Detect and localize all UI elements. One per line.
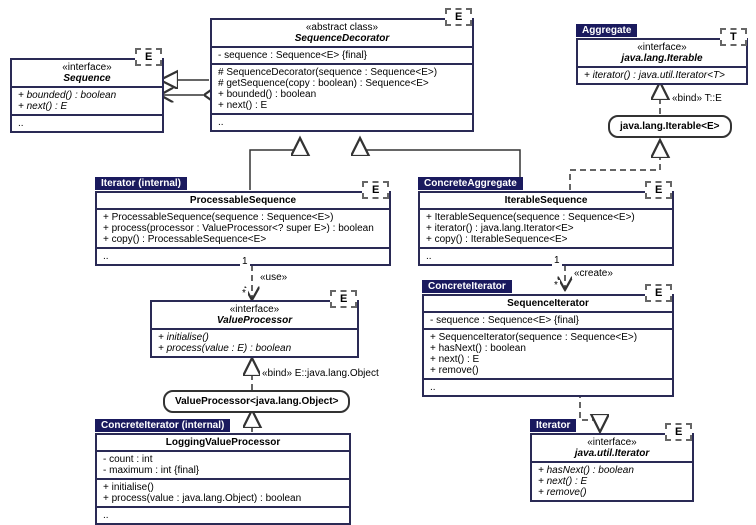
- op: + copy() : IterableSequence<E>: [426, 234, 666, 245]
- template-param: E: [665, 423, 692, 441]
- class-name: SequenceDecorator: [218, 33, 466, 44]
- class-name: SequenceIterator: [430, 298, 666, 309]
- op: + next() : E: [218, 100, 466, 111]
- mult-star: *: [552, 280, 560, 291]
- class-name: ProcessableSequence: [103, 195, 383, 206]
- bind-label: «bind» T::E: [670, 93, 724, 104]
- tag-aggregate: Aggregate: [576, 24, 637, 37]
- op: # SequenceDecorator(sequence : Sequence<…: [218, 67, 466, 78]
- template-param: E: [645, 284, 672, 302]
- class-name: ValueProcessor: [158, 315, 351, 326]
- stereotype: «interface»: [538, 437, 686, 448]
- extra: ..: [18, 118, 156, 129]
- op: + process(value : E) : boolean: [158, 343, 351, 354]
- op: + initialise(): [103, 482, 343, 493]
- class-sequence: «interface» Sequence + bounded() : boole…: [10, 58, 164, 133]
- class-name: LoggingValueProcessor: [103, 437, 343, 448]
- bound-iterable-e: java.lang.Iterable<E>: [608, 115, 732, 138]
- template-param: E: [445, 8, 472, 26]
- stereotype: «interface»: [158, 304, 351, 315]
- use-label: «use»: [258, 272, 289, 283]
- class-iterable-sequence: IterableSequence + IterableSequence(sequ…: [418, 191, 674, 266]
- extra: ..: [426, 251, 666, 262]
- tag-concrete-iterator: ConcreteIterator: [422, 280, 512, 293]
- op: + remove(): [430, 365, 666, 376]
- op: + bounded() : boolean: [18, 90, 156, 101]
- mult-1: 1: [552, 255, 562, 266]
- op: + iterator() : java.lang.Iterator<E>: [426, 223, 666, 234]
- op: + IterableSequence(sequence : Sequence<E…: [426, 212, 666, 223]
- attr: - count : int: [103, 454, 343, 465]
- class-sequence-iterator: SequenceIterator - sequence : Sequence<E…: [422, 294, 674, 397]
- stereotype: «interface»: [584, 42, 740, 53]
- class-value-processor: «interface» ValueProcessor + initialise(…: [150, 300, 359, 358]
- template-param: E: [135, 48, 162, 66]
- op: + copy() : ProcessableSequence<E>: [103, 234, 383, 245]
- op: # getSequence(copy : boolean) : Sequence…: [218, 78, 466, 89]
- class-java-util-iterator: «interface» java.util.Iterator + hasNext…: [530, 433, 694, 502]
- op: + process(value : java.lang.Object) : bo…: [103, 493, 343, 504]
- tag-concrete-aggregate: ConcreteAggregate: [418, 177, 523, 190]
- tag-iterator-internal: Iterator (internal): [95, 177, 187, 190]
- op: + hasNext() : boolean: [538, 465, 686, 476]
- tag-concrete-iterator-internal: ConcreteIterator (internal): [95, 419, 230, 432]
- attr: - sequence : Sequence<E> {final}: [218, 50, 466, 61]
- extra: ..: [218, 117, 466, 128]
- template-param: E: [330, 290, 357, 308]
- extra: ..: [103, 510, 343, 521]
- attr: - sequence : Sequence<E> {final}: [430, 315, 666, 326]
- mult-1: 1: [240, 256, 250, 267]
- class-sequence-decorator: «abstract class» SequenceDecorator - seq…: [210, 18, 474, 132]
- bind-label: «bind» E::java.lang.Object: [260, 368, 381, 379]
- stereotype: «abstract class»: [218, 22, 466, 33]
- mult-star: *: [240, 288, 248, 299]
- op: + SequenceIterator(sequence : Sequence<E…: [430, 332, 666, 343]
- op: + next() : E: [18, 101, 156, 112]
- class-logging-value-processor: LoggingValueProcessor - count : int - ma…: [95, 433, 351, 525]
- bound-vp-object: ValueProcessor<java.lang.Object>: [163, 390, 350, 413]
- class-name: java.util.Iterator: [538, 448, 686, 459]
- op: + hasNext() : boolean: [430, 343, 666, 354]
- op: + process(processor : ValueProcessor<? s…: [103, 223, 383, 234]
- op: + next() : E: [538, 476, 686, 487]
- tag-iterator: Iterator: [530, 419, 576, 432]
- template-param: E: [362, 181, 389, 199]
- create-label: «create»: [572, 268, 615, 279]
- op: + bounded() : boolean: [218, 89, 466, 100]
- op: + remove(): [538, 487, 686, 498]
- op: + next() : E: [430, 354, 666, 365]
- op: + initialise(): [158, 332, 351, 343]
- extra: ..: [430, 382, 666, 393]
- op: + ProcessableSequence(sequence : Sequenc…: [103, 212, 383, 223]
- class-processable-sequence: ProcessableSequence + ProcessableSequenc…: [95, 191, 391, 266]
- op: + iterator() : java.util.Iterator<T>: [584, 70, 740, 81]
- class-name: Sequence: [18, 73, 156, 84]
- class-name: IterableSequence: [426, 195, 666, 206]
- template-param: E: [645, 181, 672, 199]
- template-param: T: [720, 28, 747, 46]
- attr: - maximum : int {final}: [103, 465, 343, 476]
- class-name: java.lang.Iterable: [584, 53, 740, 64]
